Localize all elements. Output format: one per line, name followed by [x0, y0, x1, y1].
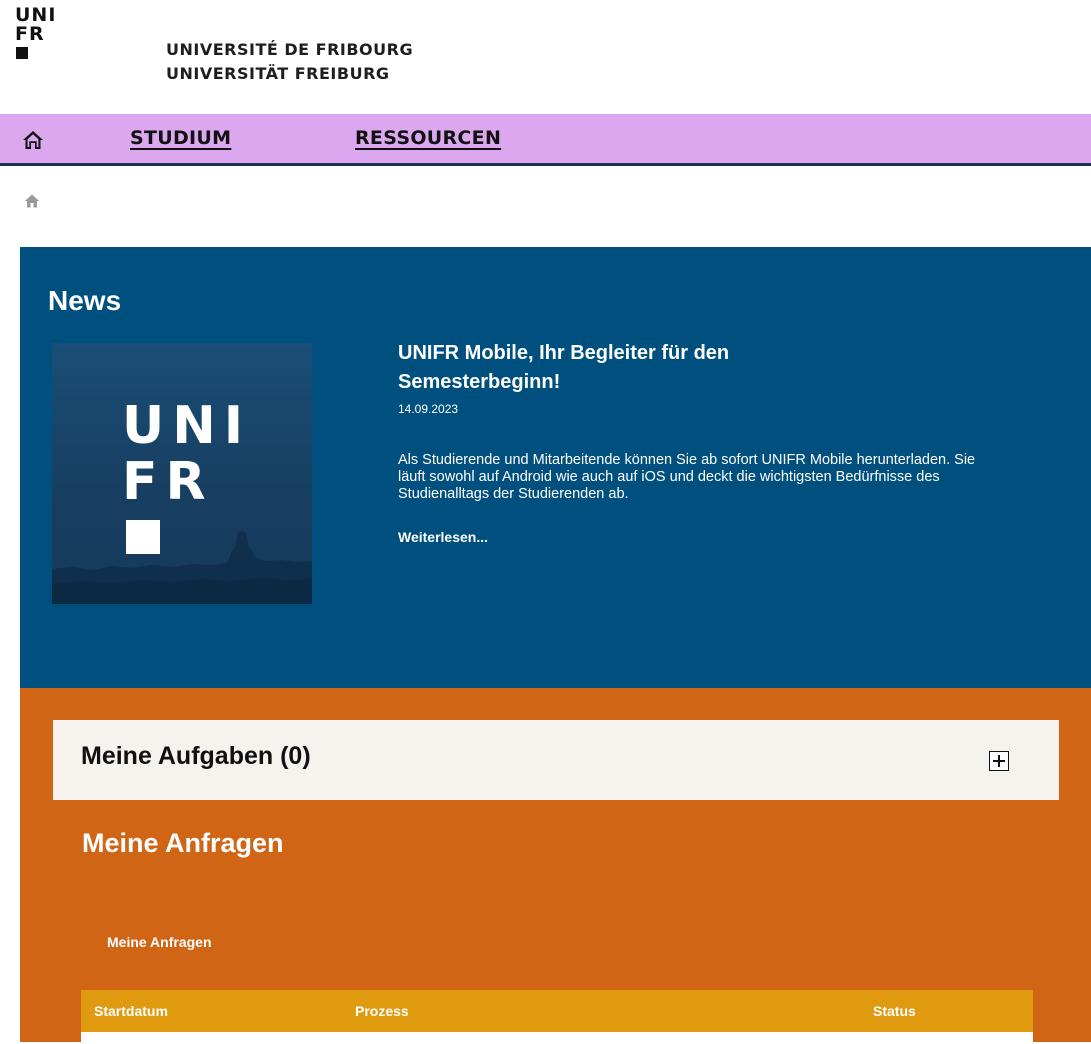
breadcrumb-home[interactable]	[24, 193, 40, 209]
requests-subtitle: Meine Anfragen	[107, 934, 212, 950]
logo-line-fr: FR	[15, 23, 45, 45]
home-icon	[23, 131, 43, 149]
university-name-de: UNIVERSITÄT FREIBURG	[166, 64, 390, 83]
unifr-logo[interactable]: UNI FR	[15, 6, 55, 59]
nav-home-icon[interactable]	[22, 130, 44, 150]
university-name: UNIVERSITÉ DE FRIBOURG UNIVERSITÄT FREIB…	[166, 38, 413, 86]
news-title: News	[48, 285, 122, 316]
news-section: News UNI FR UNIFR Mobile, Ihr Begleiter …	[20, 247, 1091, 688]
table-row	[81, 1032, 1033, 1044]
nav-item-studium[interactable]: STUDIUM	[130, 127, 231, 149]
tasks-title: Meine Aufgaben (0)	[81, 742, 311, 770]
news-image-logo-fr: FR	[122, 452, 214, 512]
column-header-startdatum[interactable]: Startdatum	[94, 1003, 168, 1019]
requests-title: Meine Anfragen	[82, 828, 284, 858]
university-name-fr: UNIVERSITÉ DE FRIBOURG	[166, 40, 414, 59]
column-header-prozess[interactable]: Prozess	[355, 1003, 409, 1019]
logo-square	[16, 47, 28, 59]
tasks-panel[interactable]: Meine Aufgaben (0)	[53, 720, 1059, 800]
site-header: UNI FR UNIVERSITÉ DE FRIBOURG UNIVERSITÄ…	[0, 0, 1091, 113]
city-skyline-graphic	[52, 531, 312, 604]
table-header: Startdatum Prozess Status	[81, 990, 1033, 1032]
plus-box-icon[interactable]	[989, 751, 1009, 771]
news-headline[interactable]: UNIFR Mobile, Ihr Begleiter für den Seme…	[398, 339, 878, 397]
read-more-link[interactable]: Weiterlesen...	[398, 529, 488, 545]
home-icon	[25, 194, 39, 208]
news-date: 14.09.2023	[398, 402, 459, 416]
main-nav: STUDIUM RESSOURCEN	[0, 114, 1091, 166]
news-image-logo-uni: UNI	[122, 396, 252, 456]
news-body: Als Studierende und Mitarbeitende können…	[398, 452, 976, 502]
nav-item-ressourcen[interactable]: RESSOURCEN	[355, 127, 501, 149]
column-header-status[interactable]: Status	[873, 1003, 916, 1019]
news-image[interactable]: UNI FR	[52, 343, 312, 604]
requests-table: Startdatum Prozess Status	[81, 990, 1033, 1044]
tasks-section: Meine Aufgaben (0) Meine Anfragen Meine …	[20, 688, 1091, 1044]
